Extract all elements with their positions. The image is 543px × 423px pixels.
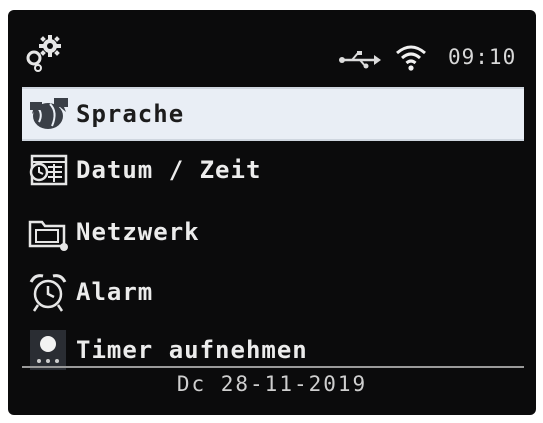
network-folder-icon (26, 210, 70, 254)
menu-item-label: Sprache (76, 100, 185, 128)
settings-gears-icon[interactable] (24, 34, 64, 72)
alarm-clock-icon (26, 270, 70, 314)
menu-item-alarm[interactable]: Alarm (22, 267, 524, 317)
globe-speech-icon (26, 92, 70, 136)
footer-divider (22, 366, 524, 368)
menu-item-label: Netzwerk (76, 218, 200, 246)
status-bar: 09:10 (8, 10, 536, 80)
current-date: Dc 28-11-2019 (176, 372, 368, 396)
status-time: 09:10 (448, 45, 517, 69)
menu-item-label: Alarm (76, 278, 154, 306)
calendar-clock-icon (26, 148, 70, 192)
menu-item-label: Timer aufnehmen (76, 336, 308, 364)
menu-item-datum-zeit[interactable]: Datum / Zeit (22, 145, 524, 195)
menu-item-netzwerk[interactable]: Netzwerk (22, 207, 524, 257)
wifi-icon (396, 45, 426, 71)
device-bezel: 09:10 Sprache Datum / Zeit Netzwerk Alar… (0, 0, 543, 423)
menu-item-sprache[interactable]: Sprache (22, 87, 524, 141)
usb-icon (339, 51, 381, 69)
display-screen: 09:10 Sprache Datum / Zeit Netzwerk Alar… (8, 10, 536, 415)
menu-item-label: Datum / Zeit (76, 156, 262, 184)
